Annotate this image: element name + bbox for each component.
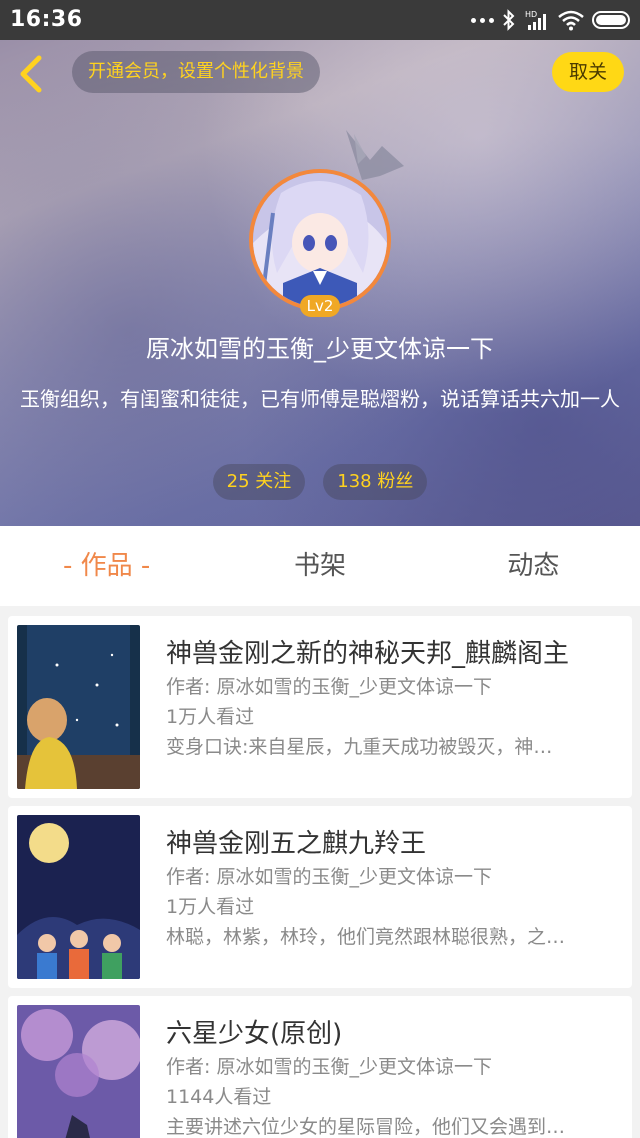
- tab-works[interactable]: - 作品 -: [0, 526, 213, 606]
- book-cover: [17, 815, 140, 979]
- book-views: 1144人看过: [166, 1086, 272, 1108]
- following-count[interactable]: 25 关注: [212, 464, 306, 500]
- svg-text:HD: HD: [525, 10, 537, 19]
- book-author: 作者: 原冰如雪的玉衡_少更文体谅一下: [166, 866, 492, 888]
- book-views: 1万人看过: [166, 706, 255, 728]
- tab-activity[interactable]: 动态: [427, 526, 640, 606]
- wifi-icon: [558, 10, 584, 31]
- status-bar: 16:36 HD: [0, 0, 640, 40]
- level-badge: Lv2: [300, 295, 340, 317]
- book-info: 神兽金刚五之麒九羚王 作者: 原冰如雪的玉衡_少更文体谅一下 1万人看过 林聪，…: [166, 826, 606, 952]
- book-title: 神兽金刚之新的神秘天邦_麒麟阁主: [166, 639, 570, 669]
- status-icons: HD: [471, 8, 630, 32]
- book-views: 1万人看过: [166, 896, 255, 918]
- profile-header: 开通会员，设置个性化背景 取关 Lv2 原冰如雪的玉衡_少更文体谅一下 玉衡组织…: [0, 40, 640, 526]
- status-time: 16:36: [10, 7, 83, 32]
- profile-tabs: - 作品 - 书架 动态: [0, 526, 640, 606]
- unfollow-button[interactable]: 取关: [552, 52, 624, 92]
- book-summary: 变身口诀:来自星辰，九重天成功被毁灭，神…: [166, 736, 553, 758]
- tab-bookshelf[interactable]: 书架: [213, 526, 426, 606]
- more-dots-icon: [471, 17, 494, 23]
- book-author: 作者: 原冰如雪的玉衡_少更文体谅一下: [166, 676, 492, 698]
- book-title: 六星少女(原创): [166, 1019, 343, 1049]
- list-item[interactable]: 六星少女(原创) 作者: 原冰如雪的玉衡_少更文体谅一下 1144人看过 主要讲…: [8, 996, 632, 1138]
- signal-icon: HD: [525, 10, 546, 30]
- book-info: 六星少女(原创) 作者: 原冰如雪的玉衡_少更文体谅一下 1144人看过 主要讲…: [166, 1016, 606, 1138]
- profile-username: 原冰如雪的玉衡_少更文体谅一下: [146, 335, 494, 363]
- avatar[interactable]: [249, 169, 391, 311]
- avatar-image: [253, 173, 387, 307]
- battery-icon: [592, 11, 630, 29]
- followers-count[interactable]: 138 粉丝: [323, 464, 428, 500]
- book-info: 神兽金刚之新的神秘天邦_麒麟阁主 作者: 原冰如雪的玉衡_少更文体谅一下 1万人…: [166, 636, 606, 762]
- profile-bio: 玉衡组织，有闺蜜和徒徒，已有师傅是聪熠粉，说话算话共六加一人: [20, 387, 620, 411]
- bluetooth-icon: [503, 9, 515, 31]
- book-title: 神兽金刚五之麒九羚王: [166, 829, 427, 859]
- list-item[interactable]: 神兽金刚之新的神秘天邦_麒麟阁主 作者: 原冰如雪的玉衡_少更文体谅一下 1万人…: [8, 616, 632, 798]
- profile-stats: 25 关注 138 粉丝: [0, 464, 640, 500]
- book-summary: 主要讲述六位少女的星际冒险，他们又会遇到…: [166, 1116, 566, 1138]
- back-arrow-icon[interactable]: [14, 52, 48, 96]
- vip-background-prompt[interactable]: 开通会员，设置个性化背景: [72, 51, 320, 93]
- book-cover: [17, 625, 140, 789]
- book-cover: [17, 1005, 140, 1138]
- book-author: 作者: 原冰如雪的玉衡_少更文体谅一下: [166, 1056, 492, 1078]
- book-summary: 林聪，林紫，林玲，他们竟然跟林聪很熟，之…: [166, 926, 566, 948]
- list-item[interactable]: 神兽金刚五之麒九羚王 作者: 原冰如雪的玉衡_少更文体谅一下 1万人看过 林聪，…: [8, 806, 632, 988]
